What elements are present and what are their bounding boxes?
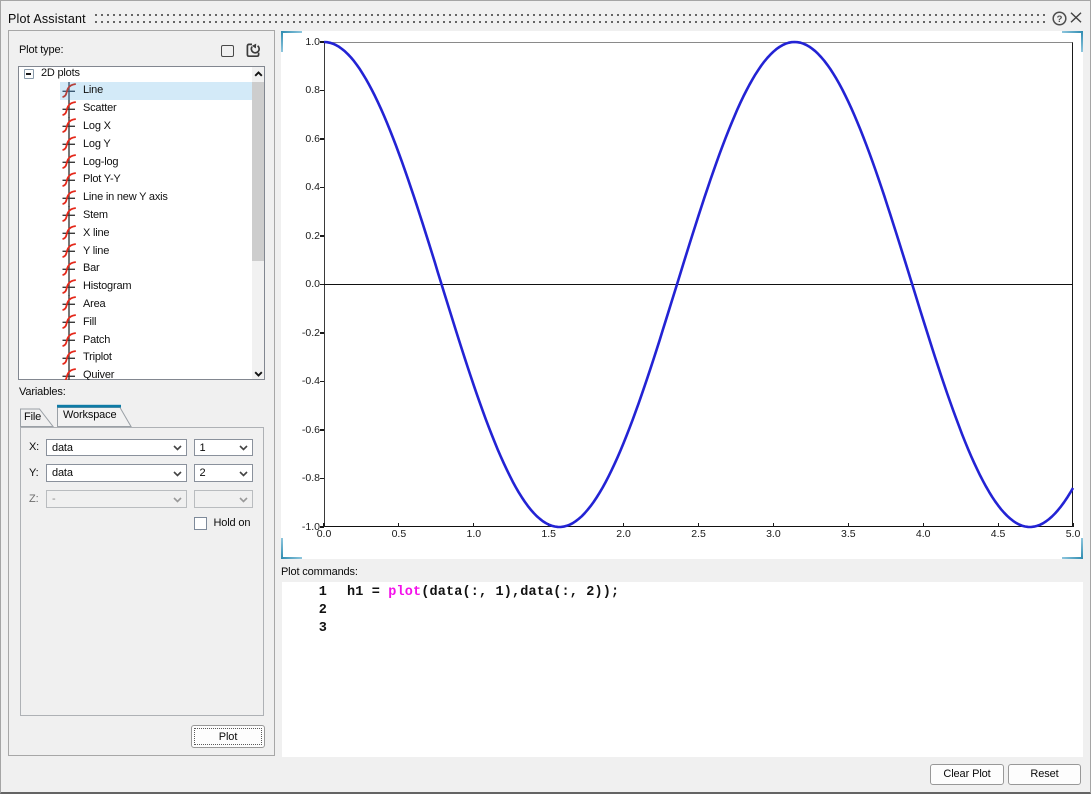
svg-text:?: ? (1057, 14, 1063, 25)
